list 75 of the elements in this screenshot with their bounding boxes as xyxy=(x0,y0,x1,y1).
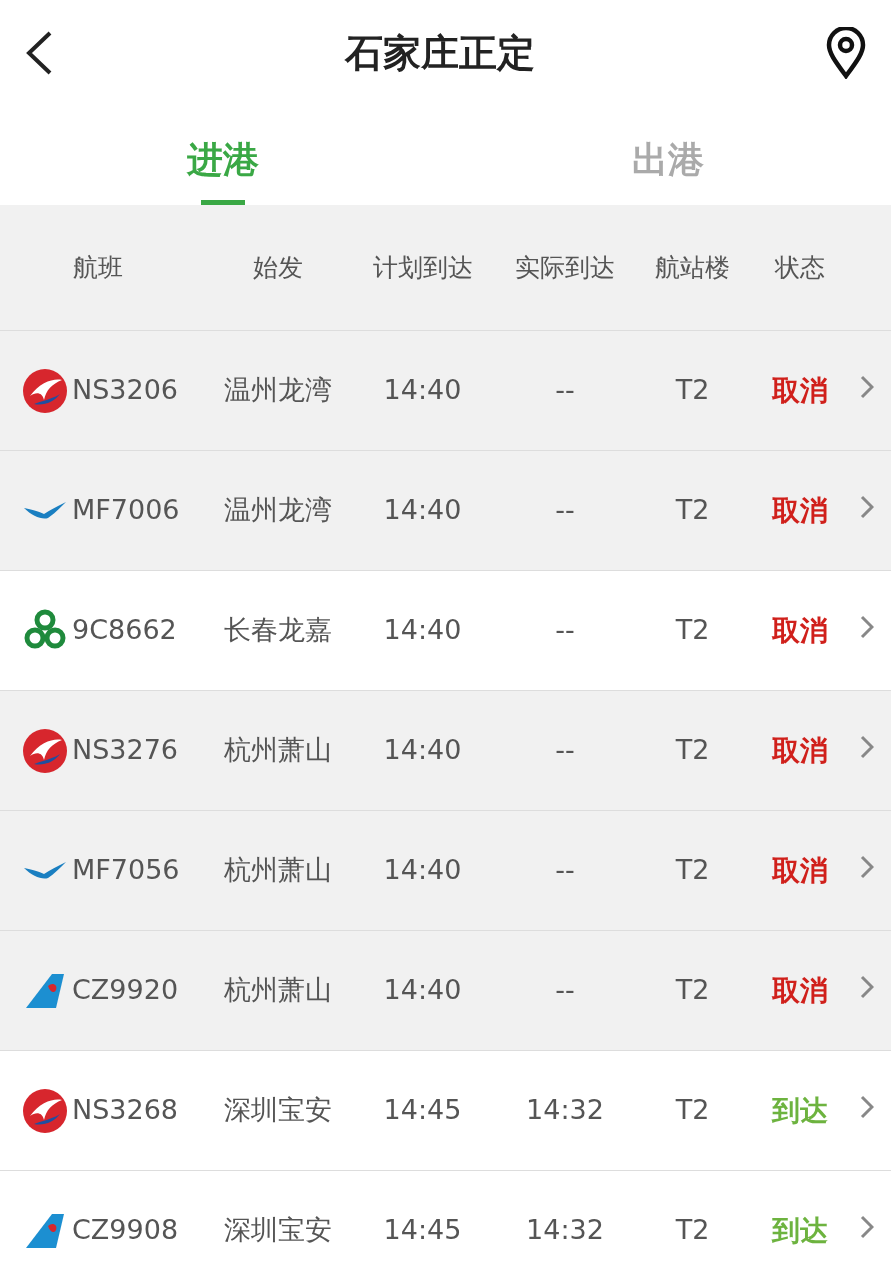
flight-row[interactable]: MF7056 杭州萧山 14:40 -- T2 取消 xyxy=(0,810,891,930)
planned-time: 14:40 xyxy=(383,374,462,406)
actual-time: -- xyxy=(555,974,575,1006)
chevron-icon xyxy=(860,615,874,640)
airline-logo-icon xyxy=(22,1087,68,1134)
planned-time: 14:40 xyxy=(383,494,462,526)
flight-status: 取消 xyxy=(772,973,828,1007)
terminal: T2 xyxy=(675,374,710,406)
terminal: T2 xyxy=(675,614,710,646)
column-header: 状态 xyxy=(773,251,826,284)
origin-airport: 杭州萧山 xyxy=(223,734,332,766)
flight-status: 取消 xyxy=(772,613,828,647)
flight-status: 取消 xyxy=(772,853,828,887)
terminal: T2 xyxy=(675,1094,710,1126)
airline-logo-icon xyxy=(22,367,68,414)
column-header: 航站楼 xyxy=(654,251,731,284)
page-title: 石家庄正定 xyxy=(344,29,535,77)
chevron-icon xyxy=(860,495,874,520)
flight-row[interactable]: NS3206 温州龙湾 14:40 -- T2 取消 xyxy=(0,330,891,450)
chevron-icon xyxy=(860,1215,874,1240)
planned-time: 14:45 xyxy=(383,1214,462,1246)
chevron-icon xyxy=(860,1095,874,1120)
flight-row[interactable]: NS3268 深圳宝安 14:45 14:32 T2 到达 xyxy=(0,1050,891,1170)
planned-time: 14:45 xyxy=(383,1094,462,1126)
planned-time: 14:40 xyxy=(383,974,462,1006)
actual-time: 14:32 xyxy=(526,1094,604,1126)
origin-airport: 温州龙湾 xyxy=(223,494,332,526)
flight-status: 取消 xyxy=(772,493,828,527)
back-button[interactable] xyxy=(24,29,54,76)
flight-number: CZ9920 xyxy=(72,973,179,1008)
origin-airport: 深圳宝安 xyxy=(223,1094,332,1126)
actual-time: 14:32 xyxy=(526,1214,604,1246)
flight-number: 9C8662 xyxy=(72,613,177,648)
chevron-icon xyxy=(860,975,874,1000)
actual-time: -- xyxy=(555,854,575,886)
actual-time: -- xyxy=(555,494,575,526)
location-pin-icon[interactable] xyxy=(825,26,867,79)
terminal: T2 xyxy=(675,494,710,526)
flight-row[interactable]: CZ9920 杭州萧山 14:40 -- T2 取消 xyxy=(0,930,891,1050)
terminal: T2 xyxy=(675,734,710,766)
airline-logo-icon xyxy=(22,727,68,774)
origin-airport: 杭州萧山 xyxy=(223,974,332,1006)
flight-status: 取消 xyxy=(772,373,828,407)
flight-status: 取消 xyxy=(772,733,828,767)
actual-time: -- xyxy=(555,734,575,766)
column-header: 始发 xyxy=(251,251,304,284)
flight-number: MF7056 xyxy=(72,853,180,888)
flight-status: 到达 xyxy=(772,1093,828,1127)
flight-number: MF7006 xyxy=(72,493,180,528)
column-header: 计划到达 xyxy=(371,251,474,284)
flight-number: NS3276 xyxy=(72,733,179,768)
origin-airport: 深圳宝安 xyxy=(223,1214,332,1246)
flight-status: 到达 xyxy=(772,1213,828,1247)
column-header: 航班 xyxy=(71,251,124,284)
chevron-icon xyxy=(860,375,874,400)
terminal: T2 xyxy=(675,1214,710,1246)
origin-airport: 温州龙湾 xyxy=(223,374,332,406)
chevron-icon xyxy=(860,855,874,880)
terminal: T2 xyxy=(675,854,710,886)
flight-row[interactable]: NS3276 杭州萧山 14:40 -- T2 取消 xyxy=(0,690,891,810)
flight-number: NS3206 xyxy=(72,373,179,408)
planned-time: 14:40 xyxy=(383,854,462,886)
origin-airport: 杭州萧山 xyxy=(223,854,332,886)
terminal: T2 xyxy=(675,974,710,1006)
actual-time: -- xyxy=(555,614,575,646)
chevron-icon xyxy=(860,735,874,760)
actual-time: -- xyxy=(555,374,575,406)
origin-airport: 长春龙嘉 xyxy=(223,614,332,646)
flight-row[interactable]: CZ9908 深圳宝安 14:45 14:32 T2 到达 xyxy=(0,1170,891,1280)
flight-number: CZ9908 xyxy=(72,1213,179,1248)
flight-number: NS3268 xyxy=(72,1093,179,1128)
flight-row[interactable]: MF7006 温州龙湾 14:40 -- T2 取消 xyxy=(0,450,891,570)
planned-time: 14:40 xyxy=(383,614,462,646)
planned-time: 14:40 xyxy=(383,734,462,766)
column-header: 实际到达 xyxy=(514,251,616,284)
